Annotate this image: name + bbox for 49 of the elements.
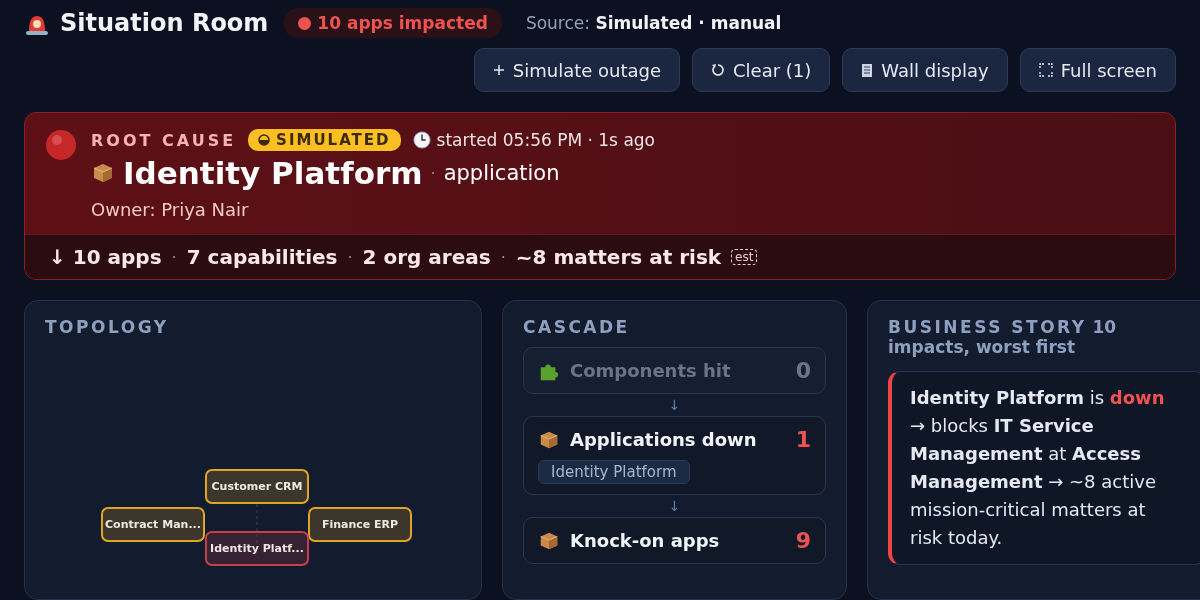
app-chip: Identity Platform	[538, 460, 690, 484]
down-arrow-icon: ↓	[668, 396, 681, 414]
step-label: Applications down	[570, 429, 758, 450]
fullscreen-icon	[1038, 63, 1053, 77]
source-text: Source: Simulated · manual	[525, 13, 782, 33]
action-button[interactable]: Clear (1)	[692, 48, 831, 92]
action-button[interactable]: Full screen	[1019, 48, 1176, 92]
separator-dot: ·	[500, 247, 506, 267]
impact-stat: 7 capabilities	[186, 245, 338, 269]
step-count: 0	[795, 358, 811, 383]
topology-node[interactable]: Customer CRM	[205, 469, 309, 504]
app-title: Situation Room	[60, 9, 269, 37]
undo-icon	[711, 63, 726, 77]
root-cause-label: ROOT CAUSE	[91, 130, 237, 150]
status-dot-icon	[45, 129, 77, 161]
panel-subtitle: impacts, worst first	[888, 337, 1076, 357]
impact-stat: 2 org areas	[362, 245, 491, 269]
separator-dot: ·	[430, 163, 436, 183]
display-icon	[861, 62, 874, 78]
topology-node[interactable]: Identity Platf...	[205, 531, 309, 566]
impact-badge: 10 apps impacted	[284, 8, 502, 38]
root-cause-name: Identity Platform	[123, 155, 423, 191]
impact-stat: ↓ 10 apps	[49, 245, 162, 269]
root-cause-type: application	[443, 161, 560, 185]
topology-node[interactable]: Finance ERP	[308, 507, 412, 542]
story-text: Identity Platform is down → blocks IT Service Management at Access Management → ~8 active mission-critical matters at risk today.	[910, 386, 1166, 550]
panel-title: CASCADE	[523, 317, 631, 337]
down-arrow-icon: ↓	[668, 497, 681, 515]
action-button[interactable]: Wall display	[842, 48, 1008, 92]
step-count: 9	[795, 528, 811, 553]
separator-dot: ·	[171, 247, 177, 267]
package-icon	[91, 161, 115, 185]
started-time: started 05:56 PM · 1s ago	[436, 130, 655, 150]
impact-count: 10	[1092, 317, 1117, 337]
impact-stat: ~8 matters at risk	[515, 245, 722, 269]
separator-dot: ·	[347, 247, 353, 267]
owner-text: Owner: Priya Nair	[91, 199, 250, 220]
step-label: Components hit	[570, 360, 732, 381]
panel-title: BUSINESS STORY	[888, 317, 1087, 337]
step-label: Knock-on apps	[570, 530, 721, 551]
plus-icon	[492, 64, 505, 76]
simulated-badge: SIMULATED	[248, 129, 401, 151]
estimate-tag: est	[731, 249, 758, 265]
clock-icon	[412, 131, 431, 149]
half-circle-icon	[258, 134, 271, 146]
action-button[interactable]: Simulate outage	[473, 48, 681, 92]
topology-node[interactable]: Contract Man...	[101, 507, 205, 542]
panel-title: TOPOLOGY	[45, 317, 170, 337]
step-count: 1	[795, 427, 811, 452]
